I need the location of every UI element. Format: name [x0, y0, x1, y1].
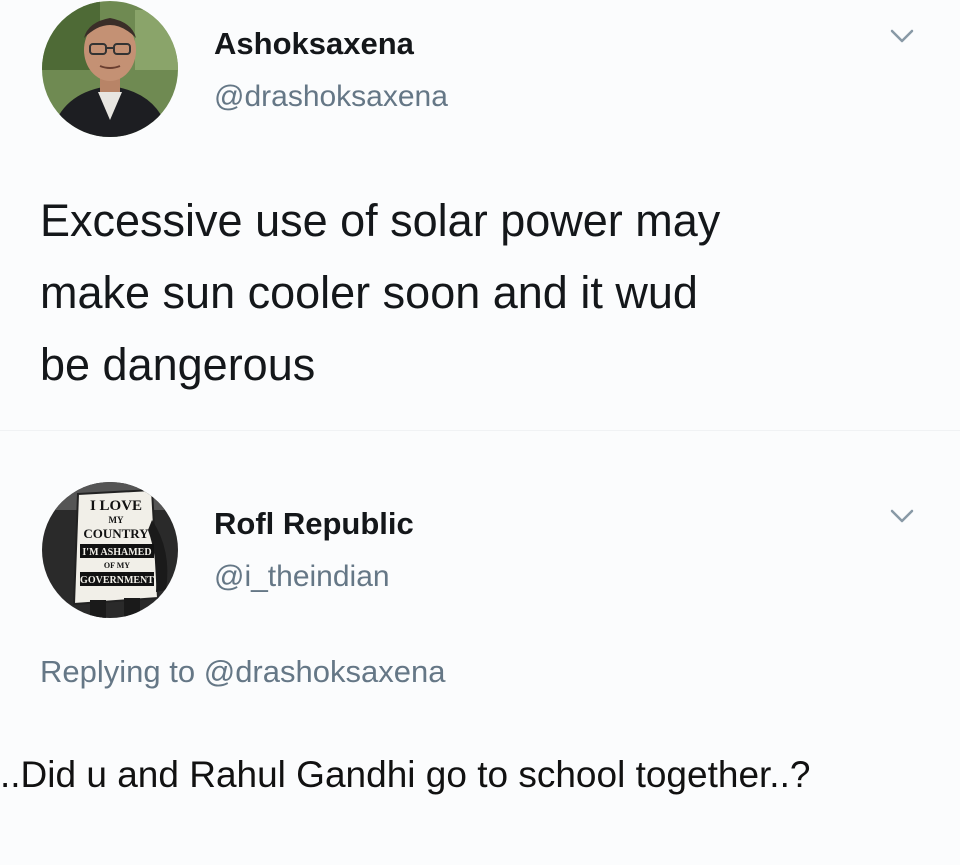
tweet-text: Excessive use of solar power may make su… [40, 185, 920, 401]
tweet-text-line: be dangerous [40, 339, 316, 390]
tweet-text-line: Excessive use of solar power may [40, 195, 721, 246]
sign-text: I'M ASHAMED [82, 547, 151, 558]
author-display-name[interactable]: Ashoksaxena [214, 26, 414, 62]
reply-avatar-sign-image: I LOVE MY COUNTRY I'M ASHAMED OF MY GOVE… [42, 482, 178, 618]
sign-text: OF MY [104, 561, 130, 570]
replying-to-line: Replying to @drashoksaxena [40, 654, 445, 690]
chevron-down-icon[interactable] [888, 506, 916, 526]
sign-text: I LOVE [90, 498, 142, 514]
reply-author-display-name[interactable]: Rofl Republic [214, 506, 414, 542]
sign-text: MY [109, 515, 124, 525]
replying-to-mention-link[interactable]: @drashoksaxena [204, 654, 446, 689]
reply-author-handle[interactable]: @i_theindian [214, 560, 390, 594]
chevron-down-icon[interactable] [888, 26, 916, 46]
author-avatar-photo [42, 1, 178, 137]
tweet-text-line: make sun cooler soon and it wud [40, 267, 698, 318]
reply-tweet: I LOVE MY COUNTRY I'M ASHAMED OF MY GOVE… [0, 440, 960, 865]
author-avatar[interactable] [40, 0, 180, 138]
sign-text: GOVERNMENT [80, 575, 154, 586]
tweet-screenshot: Ashoksaxena @drashoksaxena Excessive use… [0, 0, 960, 865]
replying-to-label: Replying to [40, 654, 196, 689]
author-handle[interactable]: @drashoksaxena [214, 80, 448, 114]
sign-text: COUNTRY [83, 526, 149, 541]
reply-text: ..Did u and Rahul Gandhi go to school to… [0, 754, 811, 795]
original-tweet: Ashoksaxena @drashoksaxena Excessive use… [0, 0, 960, 440]
reply-author-avatar[interactable]: I LOVE MY COUNTRY I'M ASHAMED OF MY GOVE… [40, 480, 180, 620]
divider [0, 430, 960, 431]
